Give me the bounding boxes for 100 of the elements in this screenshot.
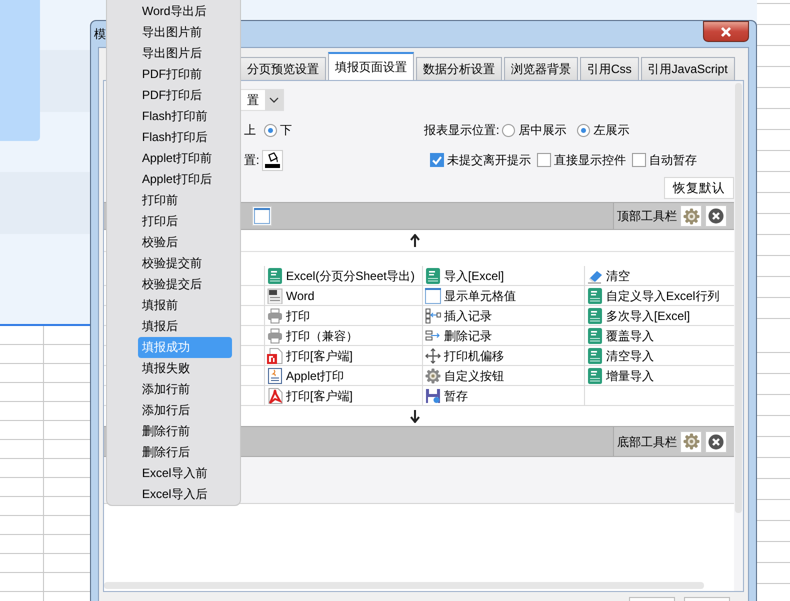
- option-label: 左展示: [593, 122, 630, 139]
- spreadsheet-icon: [587, 288, 603, 304]
- arrow-up-icon: [410, 234, 420, 247]
- radio-button[interactable]: [502, 124, 516, 136]
- remove-button[interactable]: [705, 205, 727, 227]
- insert-row-icon: [425, 308, 441, 324]
- radio-button[interactable]: [577, 124, 590, 136]
- close-icon: [720, 26, 732, 36]
- tab[interactable]: 数据分析设置: [416, 57, 502, 80]
- menu-item[interactable]: Applet打印后: [138, 169, 232, 190]
- menu-item[interactable]: PDF打印前: [138, 64, 232, 85]
- toolbar-item[interactable]: 自定义按钮: [422, 366, 584, 386]
- check-icon: [432, 156, 442, 164]
- window-title: 模: [94, 26, 106, 43]
- menu-item[interactable]: 校验提交前: [138, 253, 232, 274]
- toolbar-item[interactable]: 清空导入: [584, 346, 734, 366]
- remove-icon: [708, 208, 724, 224]
- bottom-toolbar-label: 底部工具栏: [617, 434, 677, 450]
- menu-item[interactable]: Excel导入前: [138, 463, 232, 484]
- menu-item[interactable]: 导出图片后: [138, 43, 232, 64]
- document-icon: [267, 348, 283, 364]
- chevron-down-icon: [269, 97, 279, 103]
- spreadsheet-icon: [587, 348, 603, 364]
- close-button[interactable]: [703, 21, 749, 42]
- menu-item[interactable]: 导出图片前: [138, 22, 232, 43]
- checkbox[interactable]: [430, 153, 444, 167]
- option-label: 下: [280, 122, 292, 139]
- gear-icon: [682, 433, 700, 450]
- tab[interactable]: 浏览器背景: [504, 57, 578, 80]
- menu-item[interactable]: 校验提交后: [138, 274, 232, 295]
- toolbar-item[interactable]: Word: [264, 286, 422, 306]
- menu-item[interactable]: 填报后: [138, 316, 232, 337]
- menu-item[interactable]: 打印前: [138, 190, 232, 211]
- cell-icon: [254, 208, 270, 224]
- menu-item[interactable]: 填报失败: [138, 358, 232, 379]
- radio-button[interactable]: [264, 124, 277, 136]
- remove-icon: [708, 434, 724, 450]
- fill-color-button[interactable]: [262, 150, 284, 170]
- menu-item[interactable]: PDF打印后: [138, 85, 232, 106]
- menu-item[interactable]: 填报前: [138, 295, 232, 316]
- spreadsheet-icon: [587, 328, 603, 344]
- top-toolbar-label: 顶部工具栏: [617, 208, 677, 225]
- gear-icon: [682, 208, 700, 224]
- settings-button[interactable]: [680, 205, 702, 227]
- menu-item[interactable]: 删除行后: [138, 442, 232, 463]
- menu-item[interactable]: 添加行前: [138, 379, 232, 400]
- tab[interactable]: 引用Css: [580, 57, 639, 80]
- move-icon: [425, 348, 441, 364]
- scrollbar-thumb[interactable]: [104, 582, 704, 589]
- delete-row-icon: [425, 328, 441, 344]
- menu-item[interactable]: 校验后: [138, 232, 232, 253]
- cell-button[interactable]: [252, 206, 272, 226]
- menu-item[interactable]: 删除行前: [138, 421, 232, 442]
- toolbar-item[interactable]: 插入记录: [422, 306, 584, 326]
- reset-default-button[interactable]: 恢复默认: [664, 177, 734, 199]
- toolbar-item[interactable]: 打印机偏移: [422, 346, 584, 366]
- spreadsheet-icon: [587, 308, 603, 324]
- tab[interactable]: 填报页面设置: [328, 52, 414, 80]
- toolbar-item[interactable]: 清空: [584, 266, 734, 286]
- remove-button[interactable]: [705, 430, 727, 452]
- tab[interactable]: 分页预览设置: [240, 57, 326, 80]
- toolbar-item[interactable]: Excel(分页分Sheet导出): [264, 266, 422, 286]
- printer-icon: [267, 308, 283, 324]
- checkbox-label: 直接显示控件: [554, 152, 626, 169]
- spreadsheet-icon: [587, 368, 603, 384]
- background-label: 置:: [244, 152, 260, 169]
- tab[interactable]: 引用JavaScript: [640, 57, 735, 80]
- menu-item[interactable]: Word导出后: [138, 1, 232, 22]
- toolbar-item[interactable]: 显示单元格值: [422, 286, 584, 306]
- document-icon: [267, 368, 283, 384]
- toolbar-item[interactable]: 打印（兼容）: [264, 326, 422, 346]
- toolbar-item[interactable]: 多次导入[Excel]: [584, 306, 734, 326]
- toolbar-item[interactable]: 覆盖导入: [584, 326, 734, 346]
- paint-bucket-icon: [264, 152, 282, 168]
- toolbar-item[interactable]: 增量导入: [584, 366, 734, 386]
- gear-icon: [425, 368, 441, 384]
- toolbar-item[interactable]: 打印[客户端]: [264, 346, 422, 366]
- checkbox[interactable]: [537, 153, 551, 167]
- pdf-icon: [267, 388, 283, 404]
- toolbar-item[interactable]: 打印: [264, 306, 422, 326]
- report-position-label: 报表显示位置:: [424, 122, 500, 139]
- arrow-down-icon: [410, 410, 420, 422]
- settings-button[interactable]: [680, 430, 702, 452]
- option-label: 上: [244, 122, 256, 139]
- menu-item[interactable]: Excel导入后: [138, 484, 232, 505]
- checkbox[interactable]: [632, 153, 646, 167]
- scrollbar-thumb[interactable]: [735, 83, 742, 513]
- checkbox-label: 未提交离开提示: [447, 152, 531, 169]
- toolbar-item[interactable]: Applet打印: [264, 366, 422, 386]
- toolbar-item[interactable]: 自定义导入Excel行列: [584, 286, 734, 306]
- menu-item[interactable]: 打印后: [138, 211, 232, 232]
- option-label: 居中展示: [518, 122, 566, 139]
- toolbar-item[interactable]: 导入[Excel]: [422, 266, 584, 286]
- document-icon: [267, 288, 283, 304]
- menu-item[interactable]: Flash打印前: [138, 106, 232, 127]
- menu-item[interactable]: Applet打印前: [138, 148, 232, 169]
- menu-item[interactable]: Flash打印后: [138, 127, 232, 148]
- menu-item[interactable]: 添加行后: [138, 400, 232, 421]
- toolbar-item[interactable]: 删除记录: [422, 326, 584, 346]
- cell-icon: [425, 288, 441, 304]
